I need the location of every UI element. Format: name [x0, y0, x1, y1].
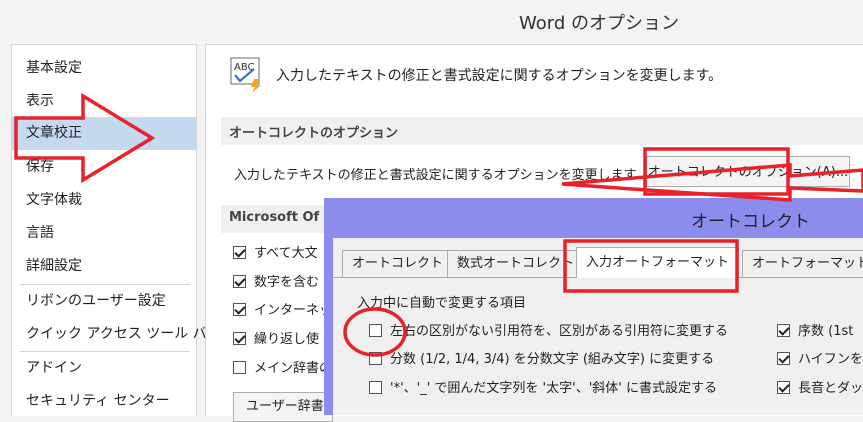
- checkbox[interactable]: [233, 361, 246, 374]
- option-label: ハイフンをダ: [798, 352, 863, 367]
- sidebar-item-quick-access-toolbar[interactable]: クイック アクセス ツール バー: [12, 318, 221, 351]
- checkbox[interactable]: [233, 246, 246, 259]
- autocorrect-section-header: オートコレクトのオプション: [221, 117, 863, 145]
- window-title: Word のオプション: [519, 13, 679, 34]
- custom-dictionary-button[interactable]: ユーザー辞書: [233, 392, 333, 422]
- option-label: インターネッ: [254, 303, 333, 318]
- option-label: すべて大文: [254, 246, 318, 261]
- checkbox[interactable]: [777, 352, 790, 365]
- option-label: 数字を含む: [254, 275, 320, 290]
- abc-check-icon: ABC: [230, 57, 261, 93]
- sidebar-item-general[interactable]: 基本設定: [12, 52, 196, 85]
- group-label: 入力中に自動で変更する項目: [357, 296, 527, 311]
- dialog-option[interactable]: 長音とダッシ: [777, 381, 863, 401]
- sidebar-item-addins[interactable]: アドイン: [12, 352, 196, 385]
- option-label: '*'、'_' で囲んだ文字列を '太字'、'斜体' に書式設定する: [390, 381, 717, 396]
- office-option[interactable]: インターネッ: [233, 303, 332, 323]
- sidebar-item-language[interactable]: 言語: [12, 217, 196, 250]
- sidebar-item-customize-ribbon[interactable]: リボンのユーザー設定: [12, 285, 196, 318]
- dialog-option[interactable]: 左右の区別がない引用符を、区別がある引用符に変更する: [369, 324, 728, 344]
- dialog-option[interactable]: 序数 (1st: [777, 324, 853, 344]
- dialog-option[interactable]: 分数 (1/2, 1/4, 3/4) を分数文字 (組み文字) に変更する: [369, 352, 714, 372]
- option-label: 左右の区別がない引用符を、区別がある引用符に変更する: [390, 324, 729, 339]
- dialog-option[interactable]: '*'、'_' で囲んだ文字列を '太字'、'斜体' に書式設定する: [369, 381, 717, 401]
- tab-autoformat-as-you-type[interactable]: 入力オートフォーマット: [576, 247, 740, 278]
- option-label: 序数 (1st: [798, 324, 854, 339]
- autocorrect-description: 入力したテキストの修正と書式設定に関するオプションを変更します: [234, 168, 637, 183]
- tab-autocorrect[interactable]: オートコレクト: [342, 250, 454, 277]
- option-label: 分数 (1/2, 1/4, 3/4) を分数文字 (組み文字) に変更する: [390, 352, 715, 367]
- sidebar-item-display[interactable]: 表示: [12, 85, 196, 118]
- proofing-description: 入力したテキストの修正と書式設定に関するオプションを変更します。: [276, 68, 723, 84]
- sidebar-item-save[interactable]: 保存: [12, 151, 196, 184]
- option-label: 繰り返し使: [254, 332, 320, 347]
- checkbox[interactable]: [777, 381, 790, 394]
- dialog-body: オートコレクト 数式オートコレクト 入力オートフォーマット オートフォーマット …: [333, 238, 863, 415]
- office-option[interactable]: メイン辞書の: [233, 361, 332, 381]
- autocorrect-section-title: オートコレクトのオプション: [229, 126, 399, 141]
- checkbox[interactable]: [369, 352, 382, 365]
- checkbox[interactable]: [369, 324, 382, 337]
- sidebar-item-advanced[interactable]: 詳細設定: [12, 250, 196, 283]
- title-bar: Word のオプション: [0, 0, 863, 40]
- office-section-title: Microsoft Of: [229, 210, 320, 225]
- autocorrect-dialog: オートコレクト オートコレクト 数式オートコレクト 入力オートフォーマット オー…: [324, 198, 863, 415]
- checkbox[interactable]: [233, 332, 246, 345]
- option-label: メイン辞書の: [254, 361, 333, 376]
- office-option[interactable]: 繰り返し使: [233, 332, 319, 352]
- autocorrect-options-button[interactable]: オートコレクトのオプション(A)...: [646, 156, 850, 187]
- office-option[interactable]: 数字を含む: [233, 275, 319, 295]
- options-sidebar: 基本設定 表示 文章校正 保存 文字体裁 言語 詳細設定 リボンのユーザー設定 …: [11, 44, 221, 418]
- tab-autoformat[interactable]: オートフォーマット: [742, 250, 863, 277]
- checkbox[interactable]: [233, 303, 246, 316]
- office-option[interactable]: すべて大文: [233, 246, 318, 266]
- dialog-title: オートコレクト: [691, 212, 810, 232]
- sidebar-item-trust-center[interactable]: セキュリティ センター: [12, 385, 196, 418]
- option-label: 長音とダッシ: [798, 381, 863, 396]
- sidebar-item-proofing[interactable]: 文章校正: [12, 117, 196, 150]
- checkbox[interactable]: [233, 275, 246, 288]
- tab-math-autocorrect[interactable]: 数式オートコレクト: [447, 250, 585, 277]
- checkbox[interactable]: [777, 324, 790, 337]
- checkbox[interactable]: [369, 381, 382, 394]
- dialog-option[interactable]: ハイフンをダ: [777, 352, 863, 372]
- sidebar-item-typography[interactable]: 文字体裁: [12, 184, 196, 217]
